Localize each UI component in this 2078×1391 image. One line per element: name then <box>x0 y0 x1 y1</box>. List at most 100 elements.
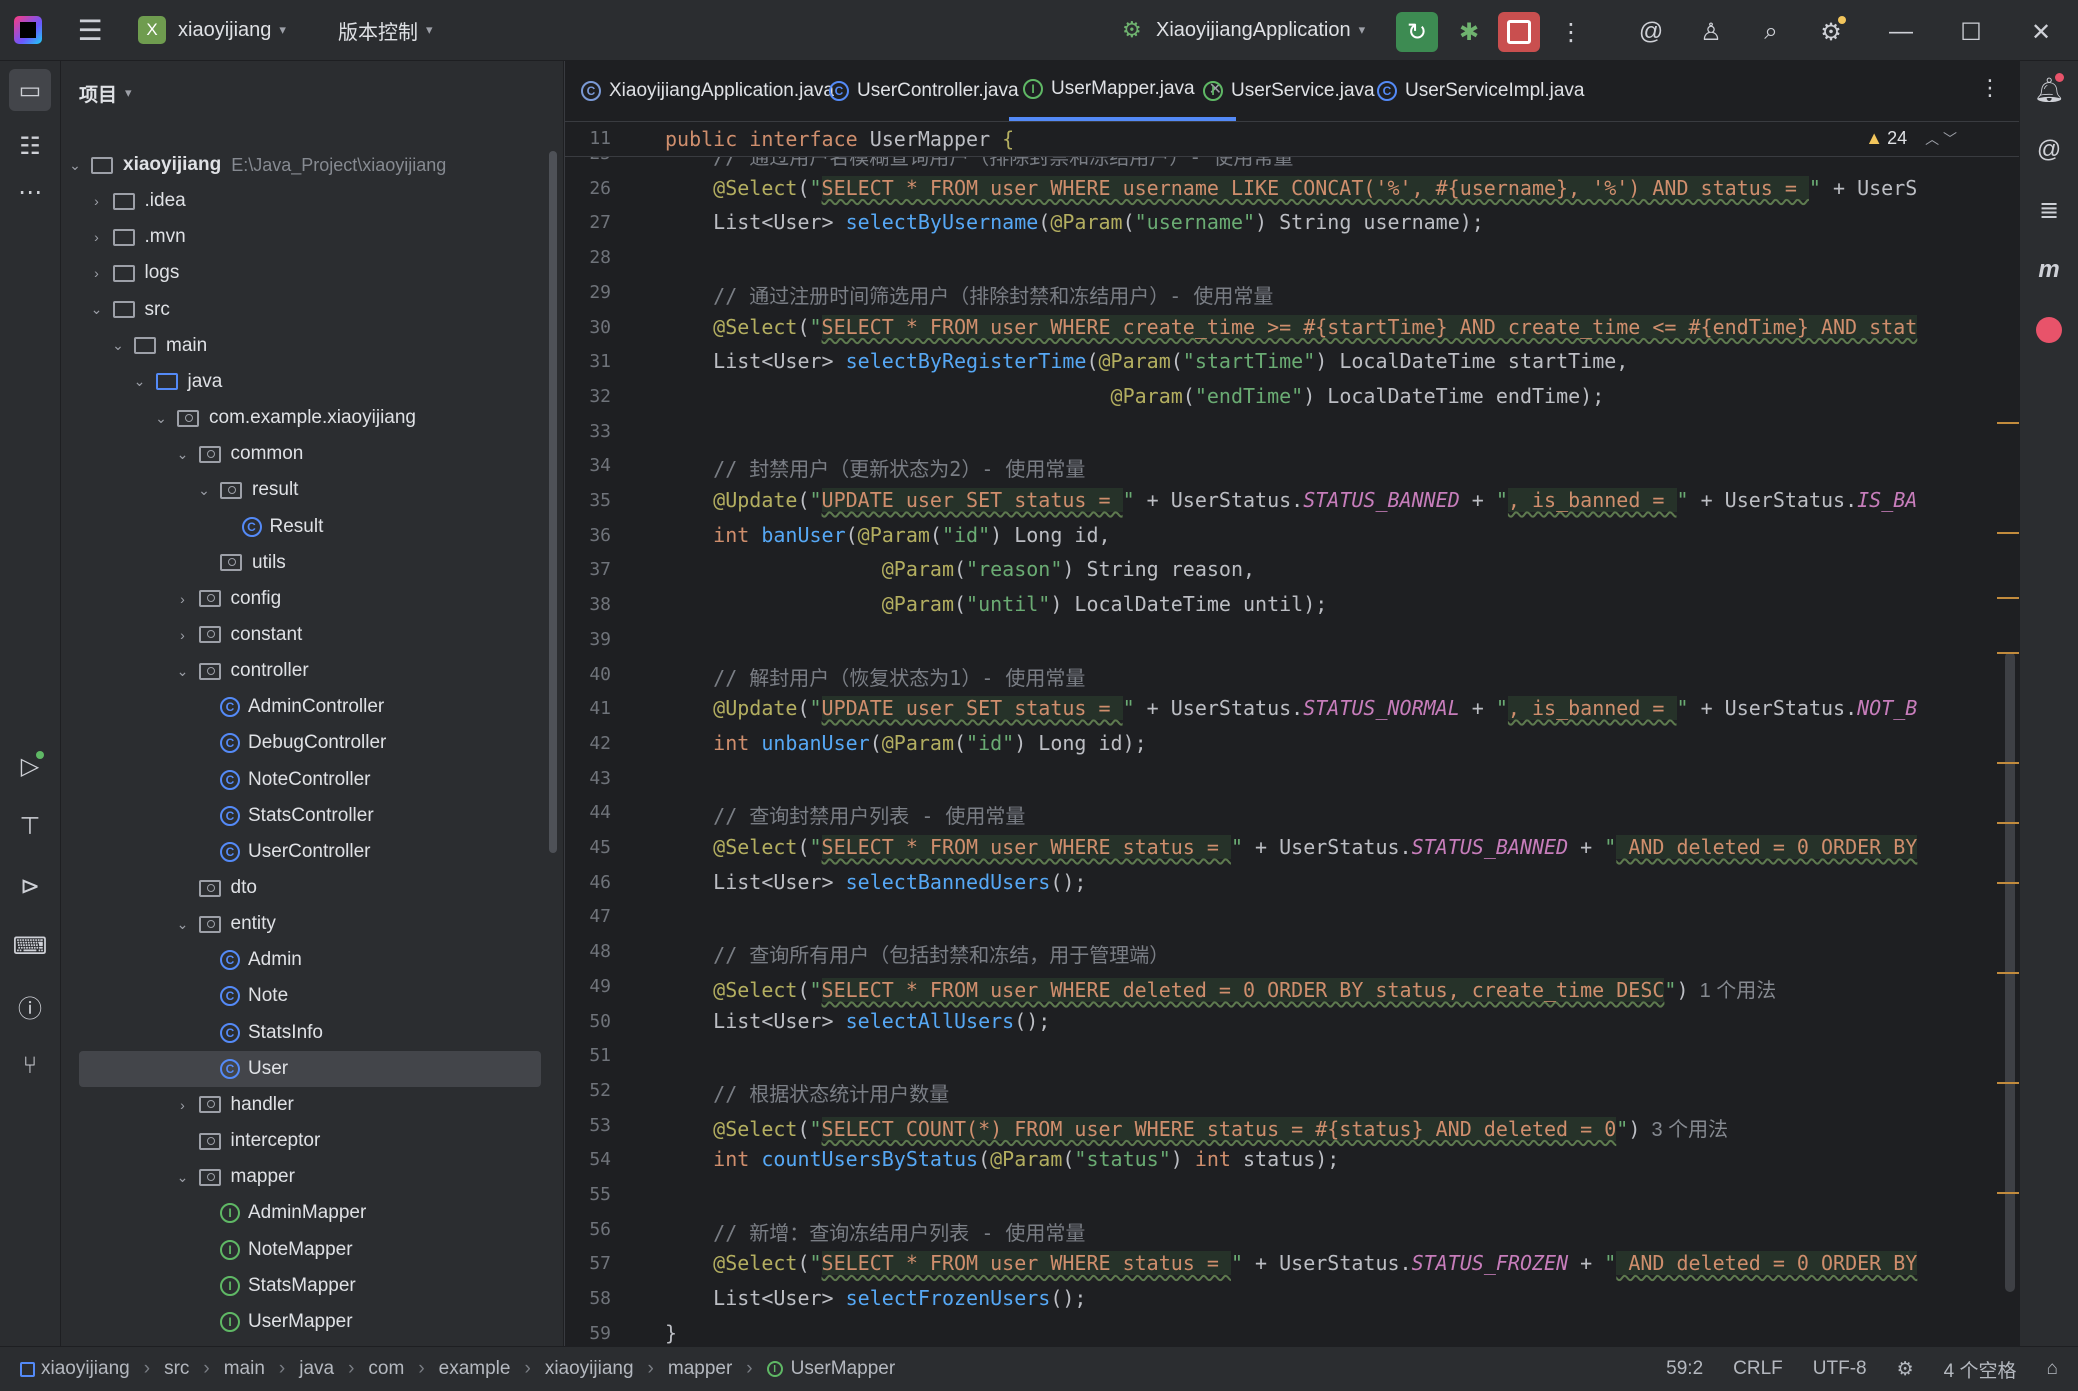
code-line[interactable]: 52 // 根据状态统计用户数量 <box>565 1073 2019 1107</box>
project-tool-button[interactable]: ▭ <box>9 69 51 111</box>
tree-item[interactable]: ›IAdminMapper <box>61 1195 551 1231</box>
tree-item[interactable]: ⌄ main <box>61 328 551 364</box>
tree-item[interactable]: ›CAdmin <box>61 942 551 978</box>
code-line[interactable]: 46 List<User> selectBannedUsers(); <box>565 865 2019 899</box>
code-line[interactable]: 55 <box>565 1177 2019 1211</box>
code-line[interactable]: 27 List<User> selectByUsername(@Param("u… <box>565 205 2019 239</box>
tree-item[interactable]: ›CStatsController <box>61 798 551 834</box>
tree-item[interactable]: ⌄ entity <box>61 906 551 942</box>
chevron-right-icon[interactable]: › <box>175 627 191 643</box>
chevron-right-icon[interactable]: › <box>89 229 105 245</box>
code-line[interactable]: 28 <box>565 240 2019 274</box>
code-line[interactable]: 49 @Select("SELECT * FROM user WHERE del… <box>565 969 2019 1003</box>
app-logo[interactable] <box>14 0 46 60</box>
tree-item[interactable]: ›dto <box>61 870 551 906</box>
chevron-right-icon[interactable]: › <box>175 591 191 607</box>
usage-hint[interactable]: 1 个用法 <box>1689 980 1777 1002</box>
change-marker[interactable] <box>1997 1192 2019 1194</box>
breadcrumb-item[interactable]: mapper › <box>668 1358 767 1380</box>
breadcrumb-item[interactable]: example › <box>439 1358 545 1380</box>
tree-item[interactable]: ⌄ common <box>61 436 551 472</box>
chevron-down-icon[interactable]: ⌄ <box>175 916 191 933</box>
minimize-button[interactable]: — <box>1880 12 1922 52</box>
chevron-right-icon[interactable]: › <box>89 193 105 209</box>
chevron-down-icon[interactable]: ⌄ <box>175 1169 191 1186</box>
change-marker[interactable] <box>1997 422 2019 424</box>
code-line[interactable]: 37 @Param("reason") String reason, <box>565 552 2019 586</box>
code-line[interactable]: 35 @Update("UPDATE user SET status = " +… <box>565 483 2019 517</box>
tree-item[interactable]: ›CNote <box>61 978 551 1014</box>
change-marker[interactable] <box>1997 532 2019 534</box>
tree-item[interactable]: ⌄ java <box>61 364 551 400</box>
tree-item[interactable]: › constant <box>61 617 551 653</box>
tree-item[interactable]: ⌄ result <box>61 472 551 508</box>
chevron-down-icon[interactable]: ⌄ <box>175 663 191 680</box>
tree-item[interactable]: ⌄ mapper <box>61 1159 551 1195</box>
code-line[interactable]: 40 // 解封用户（恢复状态为1）- 使用常量 <box>565 657 2019 691</box>
code-line[interactable]: 48 // 查询所有用户（包括封禁和冻结，用于管理端） <box>565 934 2019 968</box>
code-line[interactable]: 30 @Select("SELECT * FROM user WHERE cre… <box>565 310 2019 344</box>
tree-item[interactable]: ›CUserController <box>61 834 551 870</box>
rerun-button[interactable]: ↻ <box>1396 12 1438 52</box>
run-tool-button[interactable]: ▷ <box>9 745 51 787</box>
code-line[interactable]: 42 int unbanUser(@Param("id") Long id); <box>565 726 2019 760</box>
breadcrumb-item[interactable]: xiaoyijiang › <box>545 1358 668 1380</box>
tab-more-button[interactable]: ⋮ <box>1979 75 2001 101</box>
code-line[interactable]: 54 int countUsersByStatus(@Param("status… <box>565 1142 2019 1176</box>
tree-item[interactable]: ⌄ com.example.xiaoyijiang <box>61 400 551 436</box>
tree-item[interactable]: ›CUser <box>79 1050 541 1087</box>
code-line[interactable]: 29 // 通过注册时间筛选用户（排除封禁和冻结用户）- 使用常量 <box>565 275 2019 309</box>
vcs-menu[interactable]: 版本控制 ▾ <box>338 0 433 60</box>
code-line[interactable]: 45 @Select("SELECT * FROM user WHERE sta… <box>565 830 2019 864</box>
breadcrumb-item[interactable]: xiaoyijiang › <box>20 1358 164 1380</box>
code-line[interactable]: 41 @Update("UPDATE user SET status = " +… <box>565 691 2019 725</box>
main-menu-button[interactable]: ☰ <box>72 0 108 60</box>
tree-item[interactable]: › logs <box>61 255 551 291</box>
terminal-tool-button[interactable]: ⌨ <box>9 925 51 967</box>
code-line[interactable]: 33 <box>565 414 2019 448</box>
stop-button[interactable] <box>1498 12 1540 52</box>
more-tools-button[interactable]: ⋯ <box>9 171 51 213</box>
change-marker[interactable] <box>1997 822 2019 824</box>
chevron-right-icon[interactable]: › <box>175 1097 191 1113</box>
tree-item[interactable]: › .idea <box>61 183 551 219</box>
prev-next-icon[interactable]: ︿ ﹀ <box>1925 129 1957 149</box>
change-marker[interactable] <box>1997 762 2019 764</box>
readonly-toggle-icon[interactable]: ⌂ <box>2047 1358 2058 1380</box>
breadcrumb-item[interactable]: main › <box>224 1358 300 1380</box>
code-line[interactable]: 56 // 新增：查询冻结用户列表 - 使用常量 <box>565 1212 2019 1246</box>
chevron-down-icon[interactable]: ⌄ <box>175 446 191 463</box>
change-marker[interactable] <box>1997 882 2019 884</box>
tree-item[interactable]: ›CNoteController <box>61 762 551 798</box>
lock-icon[interactable]: ⚙ <box>1897 1358 1914 1381</box>
maximize-button[interactable]: ☐ <box>1950 12 1992 52</box>
inspection-widget[interactable]: ▲ 24 ︿ ﹀ <box>1865 128 1957 149</box>
build-tool-button[interactable]: ⊤ <box>9 805 51 847</box>
tree-item[interactable]: › handler <box>61 1087 551 1123</box>
mybatis-button[interactable] <box>2028 309 2070 351</box>
structure-tool-button[interactable]: ☷ <box>9 125 51 167</box>
tree-item[interactable]: › config <box>61 581 551 617</box>
tree-item[interactable]: ›IUserMapper <box>61 1304 551 1340</box>
chevron-right-icon[interactable]: › <box>89 265 105 281</box>
caret-position[interactable]: 59:2 <box>1666 1358 1703 1380</box>
chevron-down-icon[interactable]: ⌄ <box>110 337 126 354</box>
file-encoding[interactable]: UTF-8 <box>1813 1358 1867 1380</box>
tab-usermapper[interactable]: I UserMapper.java ✕ <box>1009 61 1237 121</box>
add-user-button[interactable]: ♙ <box>1690 12 1732 52</box>
code-line[interactable]: 50 List<User> selectAllUsers(); <box>565 1004 2019 1038</box>
code-line[interactable]: 53 @Select("SELECT COUNT(*) FROM user WH… <box>565 1108 2019 1142</box>
project-panel-header[interactable]: 项目 ▾ <box>79 61 132 125</box>
code-line[interactable]: 43 <box>565 761 2019 795</box>
sticky-header-line[interactable]: 11 public interface UserMapper { <box>565 122 2019 157</box>
breadcrumb-item[interactable]: src › <box>164 1358 224 1380</box>
project-panel-scrollbar[interactable] <box>549 151 557 853</box>
code-line[interactable]: 57 @Select("SELECT * FROM user WHERE sta… <box>565 1246 2019 1280</box>
tree-item[interactable]: ›interceptor <box>61 1123 551 1159</box>
tree-item[interactable]: › .mvn <box>61 219 551 255</box>
search-everywhere-button[interactable]: ⌕ <box>1750 12 1792 52</box>
tree-item[interactable]: ›utils <box>61 545 551 581</box>
chevron-down-icon[interactable]: ⌄ <box>132 373 148 390</box>
project-switcher[interactable]: X xiaoyijiang ▾ <box>138 0 286 60</box>
usage-hint[interactable]: 3 个用法 <box>1640 1119 1728 1141</box>
